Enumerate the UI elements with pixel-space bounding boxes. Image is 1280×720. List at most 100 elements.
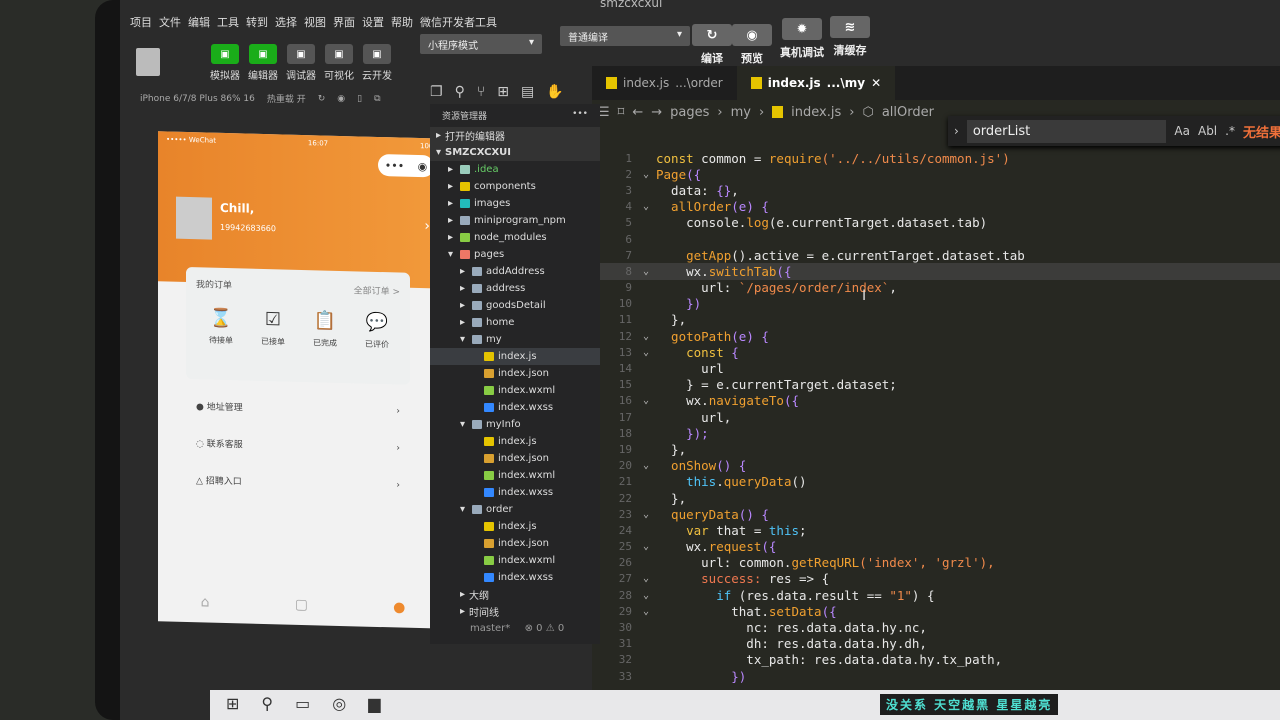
more-icon[interactable]: ••• — [385, 159, 404, 173]
folder-item[interactable]: ▸ miniprogram_npm — [430, 212, 600, 229]
browser-icon[interactable]: ◎ — [332, 694, 346, 716]
match-case-toggle[interactable]: Aa — [1174, 124, 1190, 138]
code-line[interactable]: 27 ⌄ success: res => { — [592, 571, 1280, 587]
open-editors-section[interactable]: ▸ 打开的编辑器 — [430, 127, 600, 144]
menu-item[interactable]: 视图 — [304, 14, 326, 30]
problems-count[interactable]: ⊗ 0 ⚠ 0 — [525, 623, 565, 634]
folder-item[interactable]: ▾ my — [430, 331, 600, 348]
tab-orders-icon[interactable]: ▢ — [295, 597, 308, 613]
file-item[interactable]: index.json — [430, 365, 600, 382]
order-status-item[interactable]: 📋 已完成 — [300, 310, 350, 349]
device-select[interactable]: iPhone 6/7/8 Plus 86% 16 — [140, 94, 255, 104]
breadcrumb-item[interactable]: pages — [670, 105, 709, 120]
breadcrumb-item[interactable]: allOrder — [882, 105, 934, 120]
menu-item[interactable]: 文件 — [159, 14, 181, 30]
folder-item[interactable]: ▸ home — [430, 314, 600, 331]
code-line[interactable]: 5 console. log (e.currentTarget.dataset.ta… — [592, 215, 1280, 231]
eye-icon[interactable]: ◉ — [732, 24, 772, 46]
file-item[interactable]: index.js — [430, 518, 600, 535]
code-line[interactable]: 28 ⌄ if (res.data.result == "1") { — [592, 587, 1280, 603]
folder-item[interactable]: ▸ goodsDetail — [430, 297, 600, 314]
phone-icon[interactable]: ▣ — [211, 44, 239, 64]
code-line[interactable]: 8 ⌄ wx. switchTab({ — [592, 263, 1280, 280]
git-branch[interactable]: master* — [470, 623, 510, 634]
code-line[interactable]: 29 ⌄ that. setData({ — [592, 603, 1280, 619]
fold-chevron-icon[interactable]: ⌄ — [636, 201, 656, 212]
storage-icon[interactable]: ▤ — [521, 84, 534, 100]
bug-button[interactable]: ✹ 真机调试 — [780, 18, 824, 60]
code-line[interactable]: 26 url: common. getReqURL ('index', 'grzl'… — [592, 555, 1280, 571]
fold-chevron-icon[interactable]: ⌄ — [636, 509, 656, 520]
tool-cloud[interactable]: ▣ 云开发 — [362, 44, 392, 82]
tab-home-icon[interactable]: ⌂ — [201, 594, 210, 610]
breadcrumb-item[interactable]: index.js — [791, 105, 841, 120]
back-icon[interactable]: ← — [632, 105, 643, 120]
hotreload-toggle[interactable]: 热重载 开 — [267, 92, 306, 105]
fold-chevron-icon[interactable]: ⌄ — [636, 606, 656, 617]
reload-icon[interactable]: ↻ — [318, 94, 326, 104]
debug-icon[interactable]: ▣ — [287, 44, 315, 64]
menu-item[interactable]: 选择 — [275, 14, 297, 30]
layers-button[interactable]: ≋ 清缓存 — [830, 16, 870, 58]
capsule-menu[interactable]: ••• ◉ — [378, 153, 434, 178]
menu-item[interactable]: 帮助 — [391, 14, 413, 30]
fold-chevron-icon[interactable]: ⌄ — [636, 169, 656, 180]
extensions-icon[interactable]: ⊞ — [497, 84, 509, 100]
bug-icon[interactable]: ✹ — [782, 18, 822, 40]
code-line[interactable]: 9 url: `/pages/order/index`, — [592, 280, 1280, 296]
tool-code[interactable]: ▣ 编辑器 — [248, 44, 278, 82]
hand-icon[interactable]: ✋ — [546, 84, 563, 100]
code-line[interactable]: 2 ⌄ Page({ — [592, 166, 1280, 182]
regex-toggle[interactable]: .* — [1225, 124, 1235, 138]
menu-list-item[interactable]: ◌ 联系客服 › — [186, 424, 410, 467]
close-icon[interactable]: ✕ — [871, 76, 881, 90]
close-target-icon[interactable]: ◉ — [418, 160, 428, 173]
all-orders-link[interactable]: 全部订单 > — [354, 283, 400, 297]
fold-chevron-icon[interactable]: ⌄ — [636, 460, 656, 471]
folder-item[interactable]: ▸ images — [430, 195, 600, 212]
fold-chevron-icon[interactable]: ⌄ — [636, 395, 656, 406]
task-view-icon[interactable]: ▭ — [295, 694, 310, 716]
layers-icon[interactable]: ≋ — [830, 16, 870, 38]
code-line[interactable]: 15 } = e.currentTarget.dataset; — [592, 377, 1280, 393]
code-area[interactable]: 1 const common = require ('../../utils/com… — [592, 150, 1280, 684]
project-root[interactable]: ▾ SMZCXCXUI — [430, 144, 600, 161]
code-line[interactable]: 10 }) — [592, 296, 1280, 312]
code-line[interactable]: 20 ⌄ onShow() { — [592, 458, 1280, 474]
find-input[interactable]: orderList — [966, 119, 1167, 143]
search-icon[interactable]: ⚲ — [261, 694, 273, 716]
more-icon[interactable]: ••• — [572, 109, 588, 122]
code-line[interactable]: 22 }, — [592, 490, 1280, 506]
menu-item[interactable]: 界面 — [333, 14, 355, 30]
phone-icon[interactable]: ▯ — [357, 94, 362, 104]
code-line[interactable]: 14 url — [592, 360, 1280, 376]
code-line[interactable]: 17 url, — [592, 409, 1280, 425]
code-line[interactable]: 30 nc: res.data.data.hy.nc, — [592, 619, 1280, 635]
menu-item[interactable]: 工具 — [217, 14, 239, 30]
user-avatar[interactable] — [136, 48, 160, 76]
code-line[interactable]: 24 var that = this; — [592, 522, 1280, 538]
forward-icon[interactable]: → — [651, 105, 662, 120]
detach-icon[interactable]: ⧉ — [374, 94, 380, 104]
breadcrumb-item[interactable]: my — [731, 105, 751, 120]
code-line[interactable]: 6 — [592, 231, 1280, 247]
folder-icon[interactable]: ▆ — [368, 694, 380, 716]
code-line[interactable]: 13 ⌄ const { — [592, 344, 1280, 360]
editor-tab[interactable]: index.js ...\my ✕ — [736, 66, 896, 100]
order-status-item[interactable]: 💬 已评价 — [352, 311, 402, 350]
menu-item[interactable]: 编辑 — [188, 14, 210, 30]
menu-item[interactable]: 转到 — [246, 14, 268, 30]
timeline-section[interactable]: ▸ 时间线 — [430, 603, 600, 620]
search-icon[interactable]: ⚲ — [455, 84, 465, 100]
code-line[interactable]: 33 }) — [592, 668, 1280, 684]
code-line[interactable]: 32 tx_path: res.data.data.hy.tx_path, — [592, 652, 1280, 668]
git-branch-icon[interactable]: ⑂ — [477, 84, 485, 100]
file-item[interactable]: index.wxml — [430, 382, 600, 399]
outline-section[interactable]: ▸ 大纲 — [430, 586, 600, 603]
file-item[interactable]: index.json — [430, 450, 600, 467]
code-line[interactable]: 11 }, — [592, 312, 1280, 328]
folder-item[interactable]: ▸ address — [430, 280, 600, 297]
file-item[interactable]: index.wxss — [430, 484, 600, 501]
order-status-item[interactable]: ⌛ 待接单 — [196, 307, 246, 346]
code-line[interactable]: 23 ⌄ queryData() { — [592, 506, 1280, 522]
